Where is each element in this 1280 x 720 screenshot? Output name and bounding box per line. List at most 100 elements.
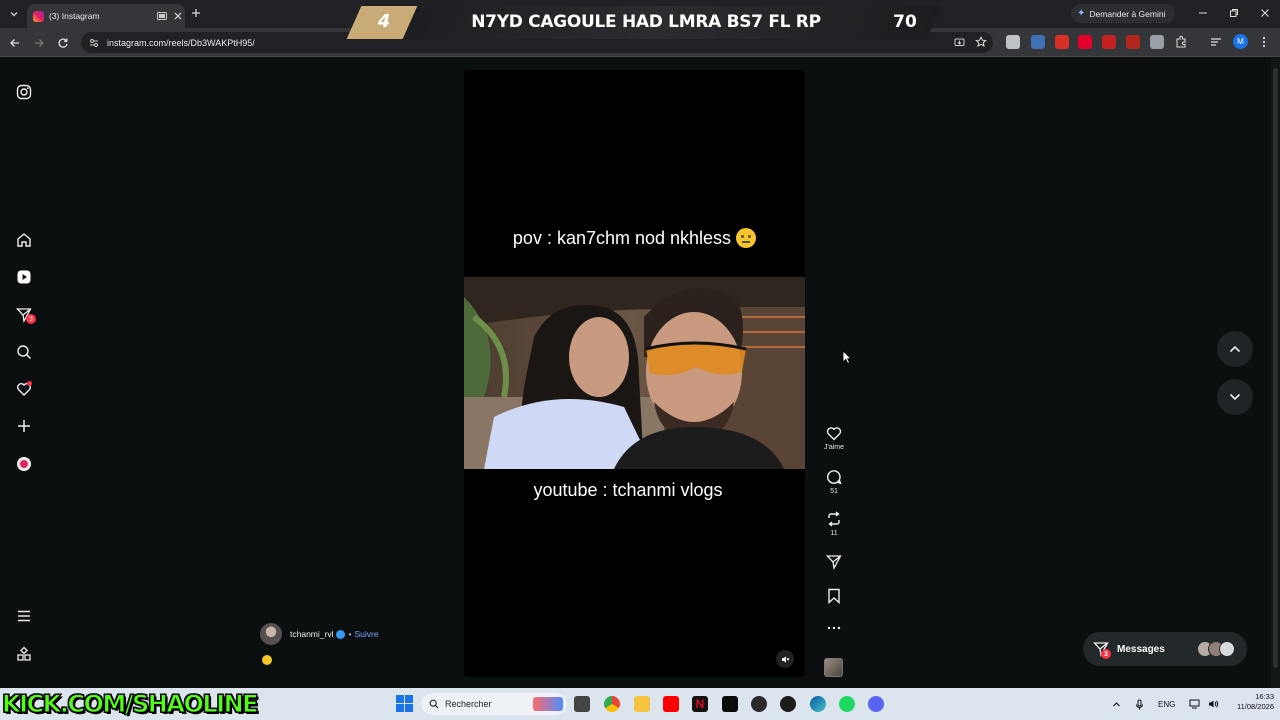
discord-app-icon[interactable] (868, 696, 884, 712)
system-tray: ENG (1112, 688, 1219, 720)
like-action[interactable]: J'aime (822, 426, 846, 451)
taskbar-search[interactable]: Rechercher (421, 693, 567, 715)
page-scrollbar[interactable] (1271, 58, 1280, 688)
close-window-button[interactable] (1257, 5, 1273, 21)
extension-video-icon[interactable] (1078, 35, 1092, 49)
kick-watermark: KICK.COM/SHAOLINE (1, 690, 259, 719)
also-from-meta-icon[interactable] (14, 644, 34, 664)
reel-video[interactable]: pov : kan7chm nod nkhless youtube: tcha… (464, 70, 805, 677)
tab-media-icon[interactable] (155, 12, 169, 20)
clock-date: 11/08/2026 (1237, 702, 1274, 711)
system-clock[interactable]: 16:33 11/08/2026 (1222, 692, 1274, 712)
stream-overlay-banner: 4 N7YD CAGOULE HAD LMRA BS7 FL RP 70 (346, 6, 946, 39)
edge-app-icon[interactable] (810, 696, 826, 712)
more-menu-icon[interactable] (14, 606, 34, 626)
next-reel-button[interactable] (1217, 379, 1253, 415)
audio-thumbnail[interactable] (824, 658, 843, 677)
scrollbar-thumb[interactable] (1273, 68, 1278, 668)
more-horizontal-icon (827, 626, 841, 630)
reels-icon[interactable] (14, 267, 34, 287)
profile-avatar-icon[interactable] (14, 454, 34, 474)
previous-reel-button[interactable] (1217, 331, 1253, 367)
browser-tab[interactable]: (3) Instagram (27, 4, 185, 28)
tray-overflow-chevron-icon[interactable] (1112, 700, 1121, 709)
tab-close-icon[interactable] (171, 12, 185, 20)
share-action[interactable] (822, 554, 846, 570)
reposts-count: 11 (830, 530, 838, 537)
extension-alert-icon[interactable] (1126, 35, 1140, 49)
plus-icon (192, 9, 200, 17)
repost-action[interactable]: 11 (822, 511, 846, 537)
forward-button[interactable] (31, 35, 47, 51)
spotify-app-icon[interactable] (839, 696, 855, 712)
search-highlight-icon (533, 697, 563, 711)
author-separator: • (348, 629, 352, 639)
create-plus-icon[interactable] (14, 416, 34, 436)
author-avatar[interactable] (260, 623, 282, 645)
banner-title: N7YD CAGOULE HAD LMRA BS7 FL RP (471, 12, 821, 32)
windows-logo-icon (396, 695, 404, 703)
new-tab-button[interactable] (189, 6, 203, 20)
send-icon (826, 555, 842, 570)
network-icon[interactable] (1189, 699, 1200, 709)
arrow-right-icon (35, 39, 44, 47)
minimize-button[interactable] (1195, 5, 1211, 21)
gemini-button[interactable]: ✦ Demander à Gemini (1071, 4, 1175, 23)
keyboard-language[interactable]: ENG (1158, 700, 1175, 709)
minimize-icon (1199, 12, 1207, 14)
extension-lock-icon[interactable] (1055, 35, 1069, 49)
chrome-app-icon[interactable] (604, 696, 620, 712)
restore-button[interactable] (1226, 5, 1242, 21)
direct-messages-icon[interactable]: 3 (14, 305, 36, 325)
terminal-app-icon[interactable] (722, 696, 738, 712)
extension-mail-icon[interactable] (1102, 35, 1116, 49)
mute-button[interactable] (776, 650, 794, 668)
steam-app-icon[interactable] (751, 696, 767, 712)
author-username[interactable]: tchanmi_rvl (290, 629, 333, 639)
speaker-muted-icon (781, 655, 789, 663)
instagram-logo-icon[interactable] (14, 82, 34, 102)
extension-tool-icon[interactable] (1150, 35, 1164, 49)
save-action[interactable] (822, 588, 846, 604)
reload-button[interactable] (55, 35, 71, 51)
activity-dot (27, 381, 32, 386)
tab-search-button[interactable] (5, 5, 23, 23)
heart-notifications-icon[interactable] (14, 379, 34, 399)
reading-list-icon[interactable] (1209, 35, 1223, 49)
extension-notion-icon[interactable] (1006, 35, 1020, 49)
back-button[interactable] (7, 35, 23, 51)
close-icon (1261, 9, 1269, 17)
youtube-app-icon[interactable] (663, 696, 679, 712)
home-icon[interactable] (14, 230, 34, 250)
search-icon[interactable] (14, 342, 34, 362)
browser-menu-button[interactable] (1258, 35, 1270, 49)
netflix-app-icon[interactable]: N (692, 696, 708, 712)
mouse-cursor-icon (842, 350, 852, 364)
messages-button[interactable]: 3 Messages (1083, 632, 1247, 666)
url-text: instagram.com/reels/Db3WAKPtH95/ (107, 37, 255, 48)
more-options-action[interactable] (822, 626, 846, 630)
file-explorer-icon[interactable] (634, 696, 650, 712)
chevron-down-icon (1229, 393, 1241, 401)
start-button[interactable] (396, 695, 413, 712)
reel-photo (464, 277, 805, 469)
neutral-face-emoji-icon (736, 228, 757, 248)
comment-action[interactable]: 51 (822, 469, 846, 495)
follow-button[interactable]: Suivre (354, 629, 378, 639)
profile-avatar[interactable]: M (1233, 34, 1248, 49)
heart-icon (826, 427, 842, 441)
bookmark-star-icon[interactable] (973, 34, 989, 50)
more-vertical-icon (1262, 36, 1266, 48)
chevron-up-icon (1229, 345, 1241, 353)
instagram-favicon-icon (33, 10, 44, 22)
volume-icon[interactable] (1208, 699, 1219, 709)
extensions-puzzle-icon[interactable] (1174, 35, 1188, 49)
microphone-icon[interactable] (1135, 699, 1144, 710)
rank-number: 4 (377, 11, 391, 32)
task-view-icon[interactable] (574, 696, 590, 712)
messages-label: Messages (1117, 643, 1165, 655)
install-app-icon[interactable] (951, 34, 967, 50)
site-settings-icon[interactable] (89, 38, 99, 48)
extension-stats-icon[interactable] (1031, 35, 1045, 49)
faceit-app-icon[interactable] (780, 696, 796, 712)
